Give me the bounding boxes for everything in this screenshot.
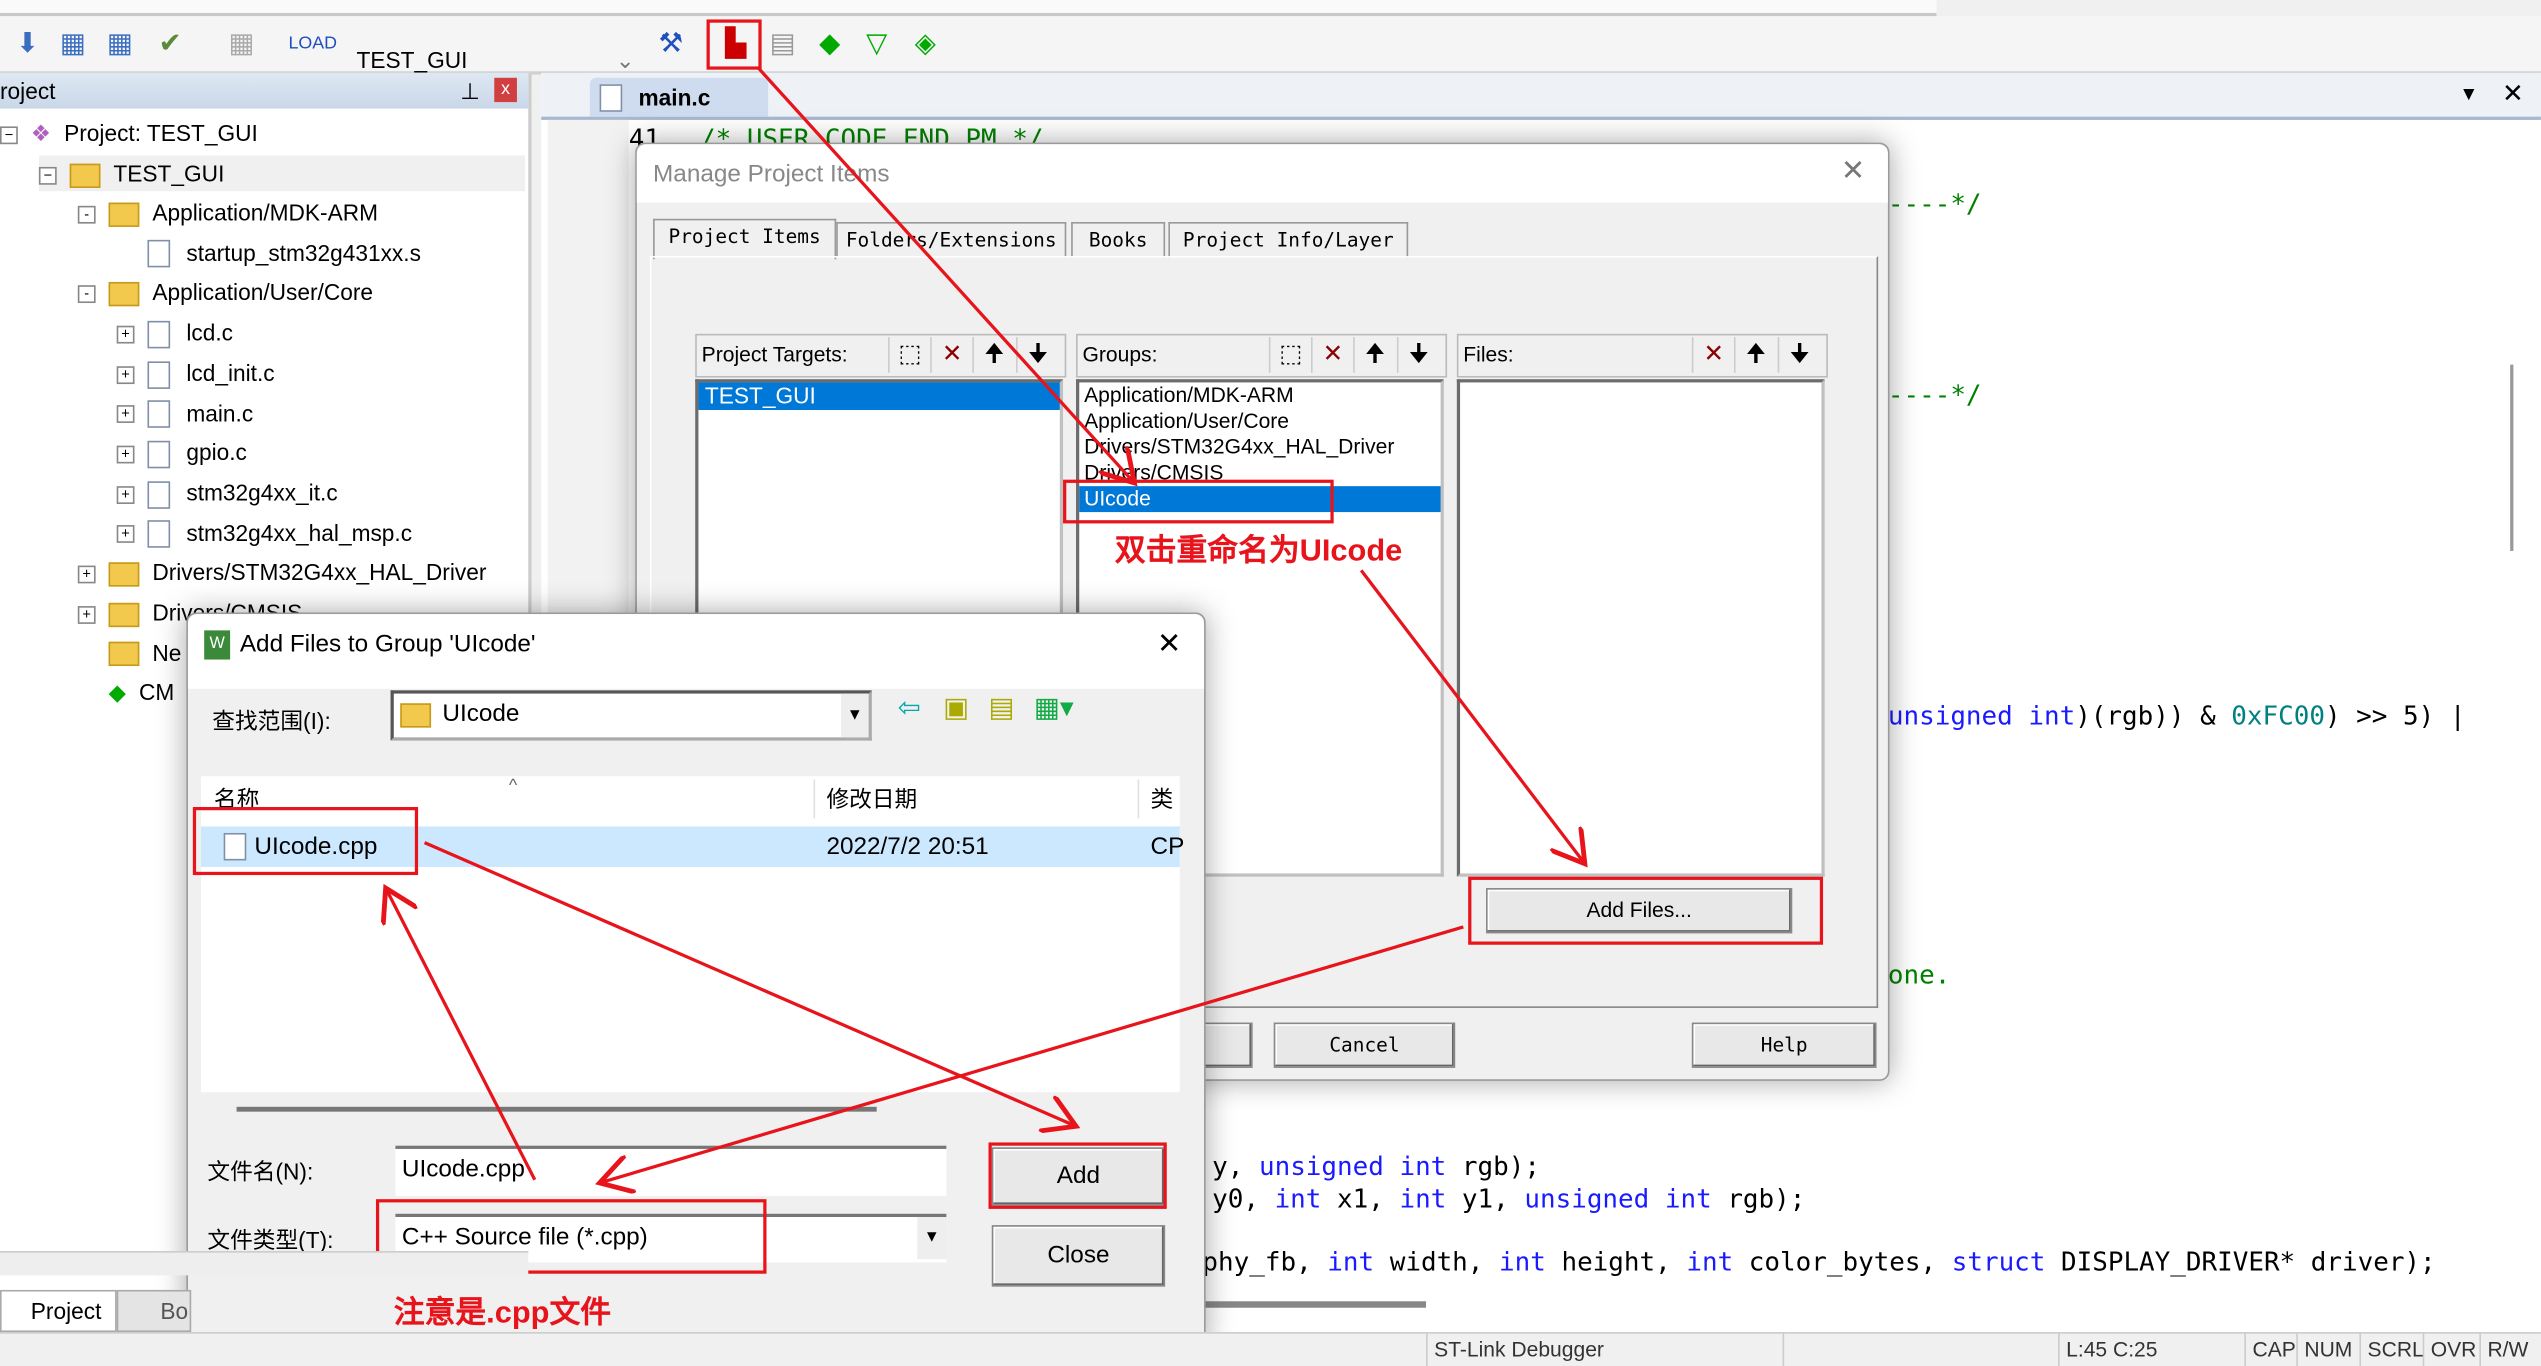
arrow-filename-to-file bbox=[386, 888, 537, 1181]
status-cap: CAP bbox=[2244, 1333, 2296, 1366]
arrow-file-to-add bbox=[423, 841, 1076, 1127]
arrow-group-to-addfiles bbox=[1359, 569, 1585, 863]
status-position: L:45 C:25 bbox=[2058, 1333, 2157, 1366]
status-debugger: ST-Link Debugger bbox=[1426, 1333, 1604, 1366]
annotation-arrows bbox=[0, 66, 2541, 1364]
tab-project[interactable]: Project bbox=[0, 1289, 117, 1333]
status-ovr: OVR bbox=[2422, 1333, 2476, 1366]
tab-books[interactable]: Bo bbox=[116, 1289, 192, 1333]
arrow-toolbar-to-group bbox=[757, 66, 1134, 483]
tab-label: Bo bbox=[160, 1298, 189, 1324]
status-bar: ST-Link Debugger L:45 C:25 CAP NUM SCRL … bbox=[0, 1332, 2541, 1366]
arrow-addfiles-to-filename bbox=[600, 925, 1464, 1183]
status-rw: R/W bbox=[2479, 1333, 2528, 1366]
status-num: NUM bbox=[2296, 1333, 2352, 1366]
panel-scrollbar[interactable] bbox=[0, 1251, 529, 1276]
status-scrl: SCRL bbox=[2359, 1333, 2424, 1366]
tab-label: Project bbox=[30, 1298, 102, 1324]
